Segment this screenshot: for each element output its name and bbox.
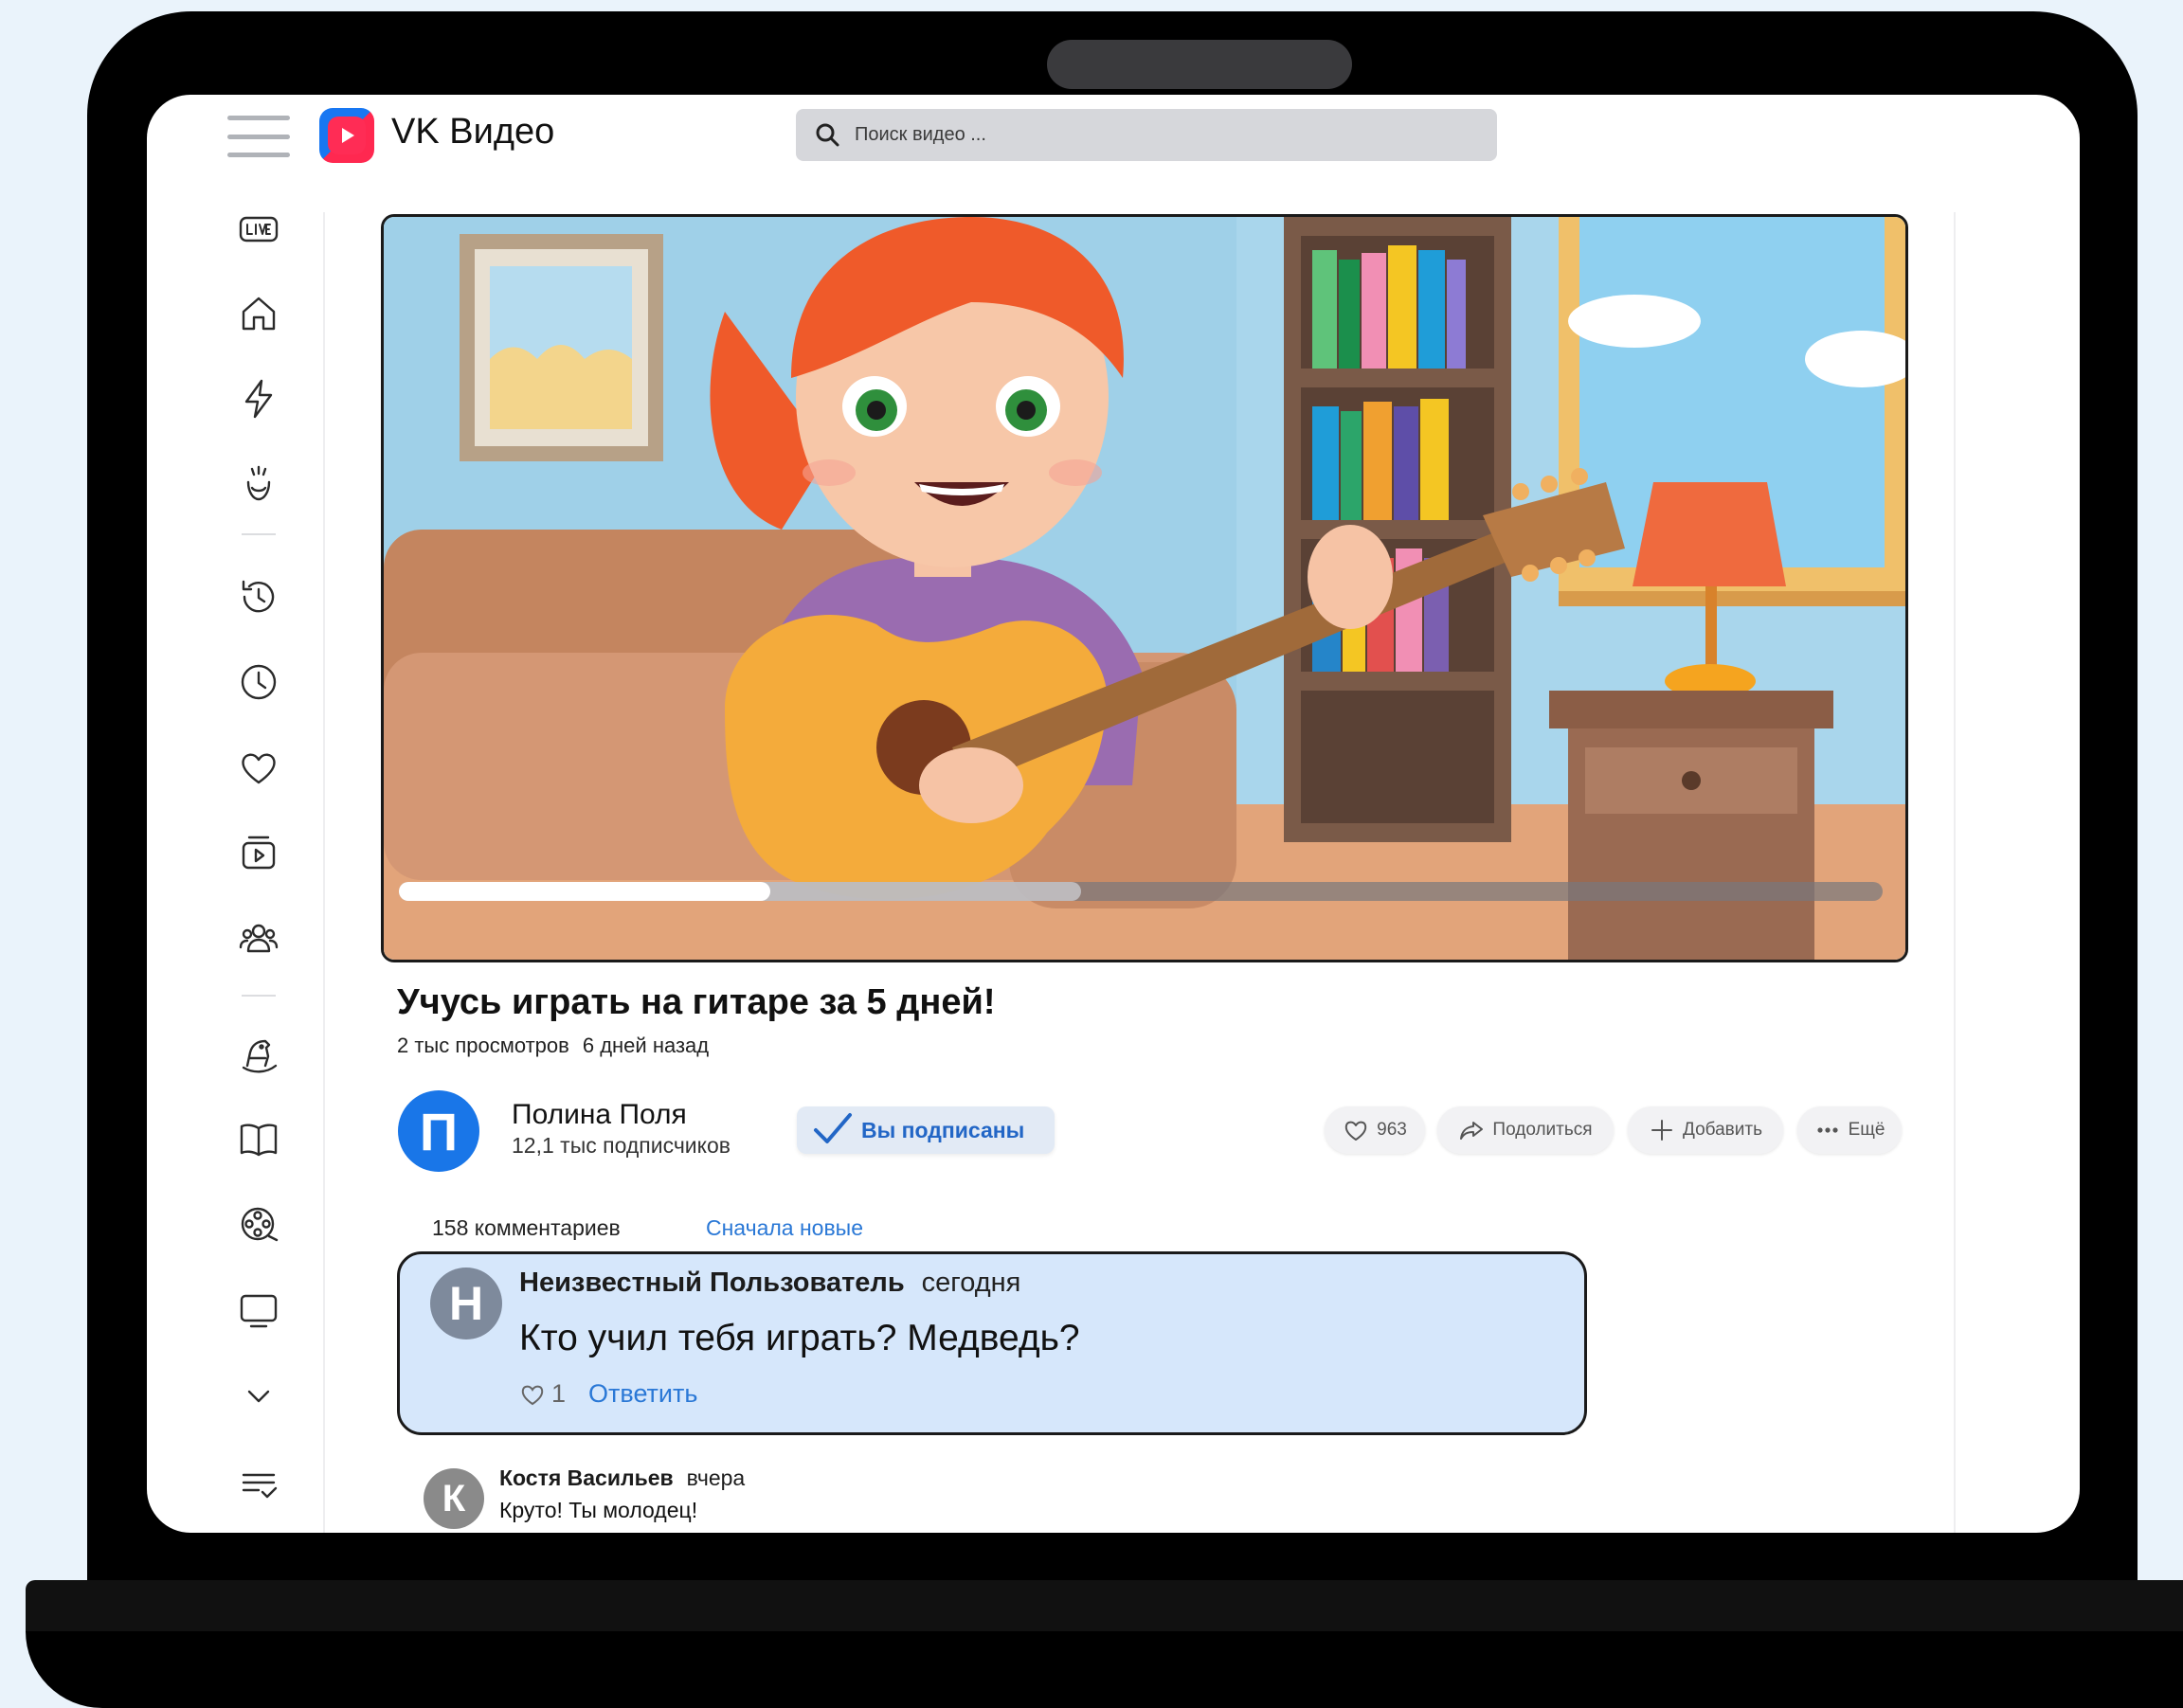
comment-author-name[interactable]: Костя Васильев bbox=[499, 1465, 674, 1490]
content-border-right bbox=[1954, 212, 1956, 1533]
list-check-icon bbox=[242, 1473, 278, 1499]
comment-actions: 1 Ответить bbox=[519, 1379, 697, 1409]
comment-time: вчера bbox=[686, 1465, 746, 1490]
laptop-base bbox=[26, 1631, 2183, 1708]
sidebar-item-history[interactable] bbox=[230, 568, 287, 625]
search-icon bbox=[816, 123, 839, 146]
sidebar-item-watch-later[interactable] bbox=[230, 654, 287, 710]
live-icon bbox=[239, 216, 279, 243]
sidebar-item-kids-zone[interactable] bbox=[230, 1026, 287, 1083]
sidebar-item-live[interactable] bbox=[230, 201, 287, 258]
add-button[interactable]: Добавить bbox=[1628, 1106, 1783, 1154]
add-label: Добавить bbox=[1683, 1120, 1762, 1140]
share-label: Подолиться bbox=[1492, 1120, 1593, 1140]
sidebar-item-tv[interactable] bbox=[230, 1282, 287, 1339]
vk-video-logo-icon[interactable] bbox=[319, 108, 374, 163]
search-input[interactable] bbox=[855, 124, 1423, 146]
home-icon bbox=[242, 297, 276, 331]
camera-notch bbox=[1047, 40, 1352, 89]
more-button[interactable]: Ещё bbox=[1797, 1106, 1902, 1154]
video-player[interactable] bbox=[381, 214, 1908, 962]
top-bar: VK Видео bbox=[147, 95, 2080, 199]
sidebar-item-home[interactable] bbox=[230, 285, 287, 342]
laptop-base-hinge bbox=[26, 1580, 2183, 1632]
sidebar-item-more[interactable] bbox=[230, 1367, 287, 1424]
sort-comments-link[interactable]: Сначала новые bbox=[706, 1215, 863, 1241]
sidebar bbox=[213, 201, 304, 1533]
subscriber-count: 12,1 тыс подписчиков bbox=[512, 1133, 731, 1158]
share-button[interactable]: Подолиться bbox=[1437, 1106, 1614, 1154]
more-dots-icon bbox=[1816, 1127, 1838, 1133]
video-frame bbox=[384, 217, 1905, 960]
sidebar-item-movies[interactable] bbox=[230, 1196, 287, 1253]
video-title: Учусь играть на гитаре за 5 дней! bbox=[397, 982, 996, 1022]
film-reel-icon bbox=[241, 1207, 279, 1242]
lightning-icon bbox=[244, 379, 273, 419]
sidebar-item-lists[interactable] bbox=[230, 1456, 287, 1513]
reply-button[interactable]: Ответить bbox=[588, 1379, 697, 1409]
like-button[interactable]: 963 bbox=[1325, 1106, 1425, 1154]
plus-icon bbox=[1651, 1120, 1672, 1141]
comment-like-count: 1 bbox=[551, 1379, 567, 1408]
people-icon bbox=[239, 924, 279, 953]
heart-icon bbox=[242, 753, 276, 784]
more-label: Ещё bbox=[1848, 1120, 1885, 1140]
sidebar-item-kids[interactable] bbox=[230, 456, 287, 512]
sidebar-item-my-videos[interactable] bbox=[230, 824, 287, 881]
like-count: 963 bbox=[1377, 1120, 1407, 1140]
progress-played bbox=[399, 882, 770, 901]
comment-highlighted: Н Неизвестный Пользователь сегодня Кто уч… bbox=[397, 1251, 1587, 1435]
channel-avatar[interactable]: П bbox=[398, 1090, 479, 1172]
comment-text: Кто учил тебя играть? Медведь? bbox=[519, 1318, 1080, 1358]
sidebar-item-liked[interactable] bbox=[230, 739, 287, 796]
history-icon bbox=[242, 580, 275, 613]
chevron-down-icon bbox=[247, 1390, 270, 1403]
playlist-icon bbox=[242, 836, 276, 870]
subscribed-label: Вы подписаны bbox=[861, 1117, 1025, 1142]
heart-icon bbox=[1344, 1121, 1367, 1141]
avatar[interactable]: Н bbox=[430, 1268, 502, 1339]
sidebar-item-education[interactable] bbox=[230, 1111, 287, 1168]
channel-name[interactable]: Полина Поля bbox=[512, 1099, 687, 1131]
sidebar-item-subscriptions[interactable] bbox=[230, 909, 287, 966]
app-window: VK Видео Поиск видео ... Учусь играть на… bbox=[147, 95, 2080, 1533]
share-icon bbox=[1460, 1122, 1484, 1140]
comments-count: 158 комментариев bbox=[432, 1215, 621, 1240]
menu-icon[interactable] bbox=[227, 116, 290, 157]
heart-icon[interactable] bbox=[519, 1381, 546, 1408]
book-icon bbox=[240, 1124, 278, 1157]
tv-icon bbox=[240, 1294, 278, 1328]
clock-icon bbox=[241, 664, 277, 700]
rocking-horse-icon bbox=[242, 1039, 278, 1073]
app-title[interactable]: VK Видео bbox=[391, 112, 554, 153]
avatar[interactable]: К bbox=[424, 1468, 484, 1529]
comment-author[interactable]: Костя Васильев вчера bbox=[499, 1465, 745, 1491]
comment-text: Круто! Ты молодец! bbox=[499, 1498, 698, 1522]
hand-icon bbox=[246, 465, 271, 501]
subscribed-button[interactable]: Вы подписаны bbox=[797, 1106, 1055, 1154]
checkmark-icon bbox=[814, 1113, 852, 1143]
progress-bar[interactable] bbox=[399, 882, 1883, 901]
comment-time: сегодня bbox=[921, 1268, 1021, 1298]
view-count: 2 тыс просмотров bbox=[397, 1034, 569, 1057]
video-meta: 2 тыс просмотров 6 дней назад bbox=[397, 1034, 709, 1058]
comment-author[interactable]: Неизвестный Пользователь сегодня bbox=[519, 1268, 1020, 1299]
upload-age: 6 дней назад bbox=[582, 1034, 710, 1057]
content-border-left bbox=[323, 212, 325, 1533]
sidebar-item-shorts[interactable] bbox=[230, 370, 287, 427]
search-bar[interactable] bbox=[796, 109, 1497, 161]
comment-author-name[interactable]: Неизвестный Пользователь bbox=[519, 1268, 905, 1298]
